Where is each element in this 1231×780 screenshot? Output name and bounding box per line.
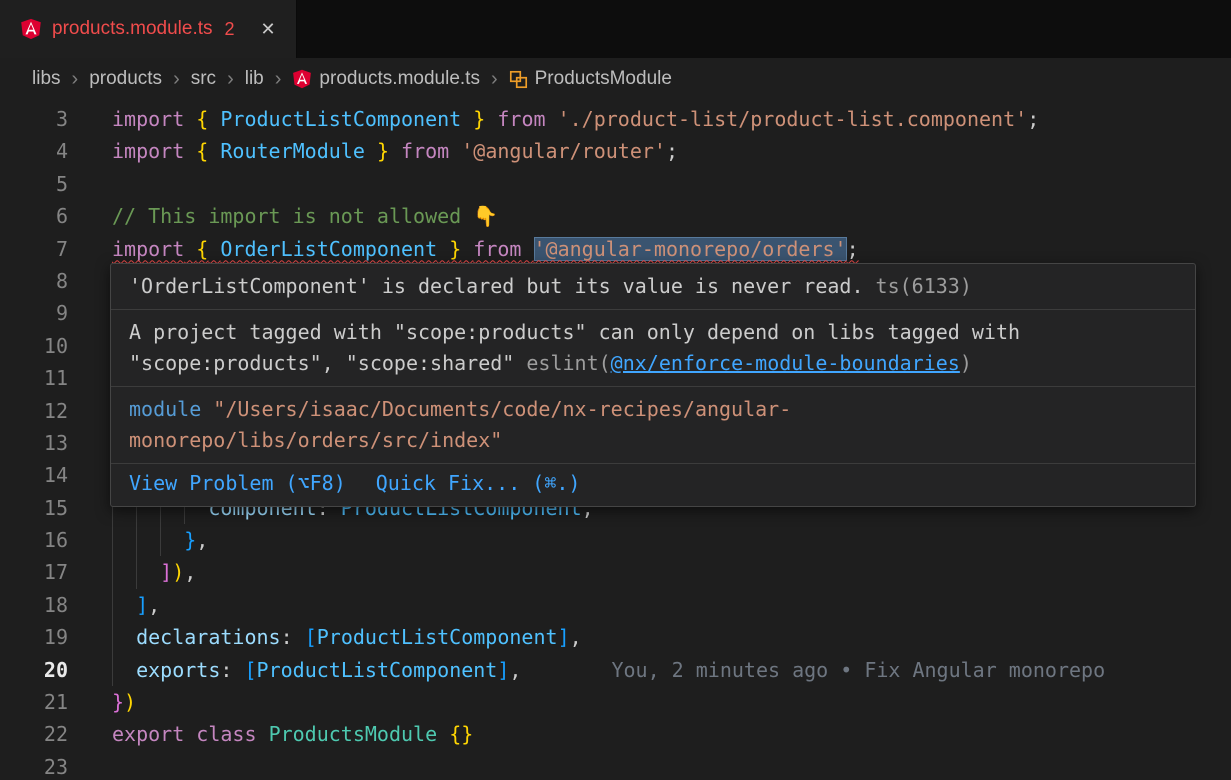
line-content: import { OrderListComponent } from '@ang… — [112, 237, 859, 261]
line-number-4[interactable]: 4 — [0, 135, 90, 167]
code-line-20[interactable]: exports: [ProductListComponent], You, 2 m… — [90, 654, 1231, 686]
line-number-23[interactable]: 23 — [0, 751, 90, 780]
line-number-21[interactable]: 21 — [0, 686, 90, 718]
code-line-5[interactable] — [90, 168, 1231, 200]
line-number-10[interactable]: 10 — [0, 330, 90, 362]
breadcrumb-item-label: ProductsModule — [535, 68, 672, 90]
line-number-8[interactable]: 8 — [0, 265, 90, 297]
breadcrumb-item-lib[interactable]: lib — [245, 68, 264, 90]
code-line-4[interactable]: import { RouterModule } from '@angular/r… — [90, 135, 1231, 167]
angular-icon — [292, 69, 312, 89]
breadcrumb-item-products-module-ts[interactable]: products.module.ts — [292, 68, 480, 90]
line-content: ], — [112, 593, 160, 617]
vscode-window: products.module.ts 2 ✕ libs › products › src… — [0, 0, 1231, 780]
line-content: exports: [ProductListComponent], — [112, 658, 521, 682]
breadcrumb-item-productsmodule[interactable]: ProductsModule — [509, 68, 672, 90]
line-number-6[interactable]: 6 — [0, 200, 90, 232]
code-line-22[interactable]: export class ProductsModule {} — [90, 718, 1231, 750]
hover-text: ts(6133) — [876, 274, 972, 298]
line-number-15[interactable]: 15 — [0, 492, 90, 524]
line-content: }) — [112, 690, 136, 714]
line-number-3[interactable]: 3 — [0, 103, 90, 135]
code-line-17[interactable]: ]), — [90, 556, 1231, 588]
hover-section-2: module "/Users/isaac/Documents/code/nx-r… — [111, 387, 1195, 464]
hover-text: "/Users/isaac/Documents/code/nx-recipes/… — [129, 397, 791, 452]
breadcrumb-item-label: lib — [245, 68, 264, 90]
hover-text: 'OrderListComponent' is declared but its… — [129, 274, 876, 298]
line-content: }, — [112, 528, 208, 552]
tab-products-module-ts[interactable]: products.module.ts 2 ✕ — [0, 0, 297, 58]
line-content: export class ProductsModule {} — [112, 722, 473, 746]
line-number-20[interactable]: 20 — [0, 654, 90, 686]
hover-popup-sections: 'OrderListComponent' is declared but its… — [111, 264, 1195, 464]
hover-popup: 'OrderListComponent' is declared but its… — [110, 263, 1196, 507]
breadcrumb-item-products[interactable]: products — [89, 68, 162, 90]
line-number-13[interactable]: 13 — [0, 427, 90, 459]
class-icon — [509, 70, 528, 89]
breadcrumb-separator-icon: › — [227, 68, 234, 91]
hover-section-0: 'OrderListComponent' is declared but its… — [111, 264, 1195, 310]
line-content: // This import is not allowed 👇 — [112, 204, 498, 228]
breadcrumb-item-label: libs — [32, 68, 61, 90]
line-content: declarations: [ProductListComponent], — [112, 625, 582, 649]
breadcrumb-separator-icon: › — [173, 68, 180, 91]
eslint-rule-link[interactable]: @nx/enforce-module-boundaries — [611, 351, 960, 375]
line-number-17[interactable]: 17 — [0, 556, 90, 588]
git-blame-annotation: You, 2 minutes ago • Fix Angular monorep… — [611, 658, 1105, 682]
hover-text — [201, 397, 213, 421]
breadcrumb: libs › products › src › lib › products.module.ts… — [0, 58, 1231, 100]
code-line-7[interactable]: import { OrderListComponent } from '@ang… — [90, 233, 1231, 265]
line-number-19[interactable]: 19 — [0, 621, 90, 653]
line-number-14[interactable]: 14 — [0, 459, 90, 491]
quick-fix-action[interactable]: Quick Fix... (⌘.) — [376, 468, 581, 499]
line-number-18[interactable]: 18 — [0, 589, 90, 621]
hover-text: eslint( — [526, 351, 610, 375]
code-line-19[interactable]: declarations: [ProductListComponent], — [90, 621, 1231, 653]
line-content: import { RouterModule } from '@angular/r… — [112, 139, 678, 163]
line-number-7[interactable]: 7 — [0, 233, 90, 265]
hover-text: module — [129, 397, 201, 421]
code-line-21[interactable]: }) — [90, 686, 1231, 718]
code-line-16[interactable]: }, — [90, 524, 1231, 556]
code-line-6[interactable]: // This import is not allowed 👇 — [90, 200, 1231, 232]
angular-logo-icon — [20, 18, 42, 40]
line-number-12[interactable]: 12 — [0, 395, 90, 427]
view-problem-action[interactable]: View Problem (⌥F8) — [129, 468, 346, 499]
line-content: import { ProductListComponent } from './… — [112, 107, 1039, 131]
breadcrumb-item-label: src — [191, 68, 216, 90]
line-number-11[interactable]: 11 — [0, 362, 90, 394]
line-number-9[interactable]: 9 — [0, 297, 90, 329]
breadcrumb-item-libs[interactable]: libs — [32, 68, 61, 90]
breadcrumb-separator-icon: › — [491, 68, 498, 91]
tab-problems-badge: 2 — [225, 19, 235, 40]
breadcrumb-item-label: products — [89, 68, 162, 90]
hover-actions: View Problem (⌥F8) Quick Fix... (⌘.) — [111, 464, 1195, 506]
breadcrumb-separator-icon: › — [275, 68, 282, 91]
line-content: ]), — [112, 560, 196, 584]
tab-bar: products.module.ts 2 ✕ — [0, 0, 1231, 58]
tab-label: products.module.ts — [52, 18, 213, 40]
line-number-22[interactable]: 22 — [0, 718, 90, 750]
breadcrumb-separator-icon: › — [72, 68, 79, 91]
hover-text: ) — [960, 351, 972, 375]
line-number-16[interactable]: 16 — [0, 524, 90, 556]
hover-section-1: A project tagged with "scope:products" c… — [111, 310, 1195, 387]
breadcrumb-item-label: products.module.ts — [319, 68, 480, 90]
close-icon[interactable]: ✕ — [261, 19, 276, 40]
breadcrumb-item-src[interactable]: src — [191, 68, 216, 90]
code-line-23[interactable] — [90, 751, 1231, 780]
code-line-18[interactable]: ], — [90, 589, 1231, 621]
code-line-3[interactable]: import { ProductListComponent } from './… — [90, 103, 1231, 135]
gutter: 34567891011121314151617181920212223 — [0, 100, 90, 780]
line-number-5[interactable]: 5 — [0, 168, 90, 200]
